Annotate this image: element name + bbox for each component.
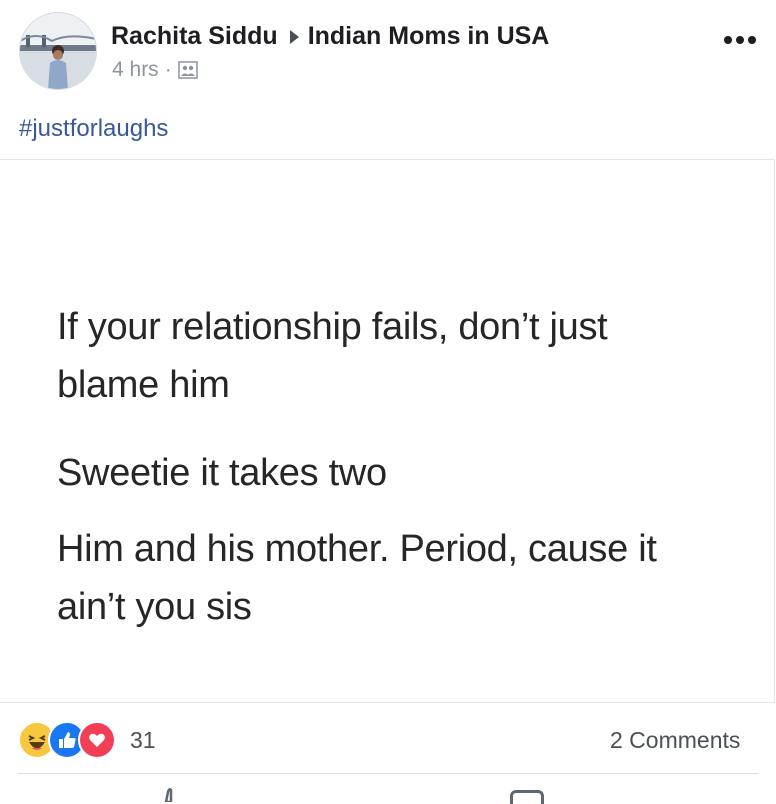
- post-meta: 4 hrs ·: [112, 58, 198, 82]
- post-timestamp[interactable]: 4 hrs: [112, 58, 159, 82]
- more-dot: [724, 36, 732, 44]
- more-dot: [736, 36, 744, 44]
- avatar-photo: [20, 13, 96, 89]
- image-text-line: Him and his mother. Period, cause it: [57, 528, 657, 570]
- image-text-line: If your relationship fails, don’t just: [57, 306, 608, 348]
- image-text-block-2: Sweetie it takes two: [57, 444, 387, 502]
- hashtag-link[interactable]: #justforlaughs: [19, 115, 168, 143]
- meta-separator: ·: [164, 58, 172, 81]
- post-header: Rachita Siddu Indian Moms in USA 4 hrs ·: [0, 0, 776, 100]
- actions-divider: [18, 773, 758, 774]
- post-image[interactable]: If your relationship fails, don’t just b…: [0, 159, 775, 703]
- more-dot: [748, 36, 756, 44]
- reaction-count: 31: [130, 726, 156, 753]
- image-text-block-1: If your relationship fails, don’t just b…: [57, 298, 608, 414]
- comment-action-icon[interactable]: [510, 790, 544, 804]
- post-title-line: Rachita Siddu Indian Moms in USA: [111, 22, 549, 51]
- image-text-line: ain’t you sis: [57, 586, 252, 628]
- group-name[interactable]: Indian Moms in USA: [308, 22, 550, 51]
- group-audience-icon: [177, 61, 198, 79]
- image-text-block-3: Him and his mother. Period, cause it ain…: [57, 520, 657, 636]
- love-reaction-icon: [78, 721, 116, 759]
- heart-glyph: [89, 733, 105, 747]
- thumbs-up-glyph: [59, 732, 76, 748]
- caret-right-icon: [289, 29, 299, 44]
- image-text-line: blame him: [57, 364, 230, 406]
- author-avatar[interactable]: [19, 12, 97, 90]
- comments-count-link[interactable]: 2 Comments: [610, 727, 740, 754]
- image-text-line: Sweetie it takes two: [57, 452, 387, 494]
- reaction-summary[interactable]: 31: [18, 721, 156, 759]
- more-options-icon[interactable]: [724, 30, 760, 50]
- author-name[interactable]: Rachita Siddu: [111, 22, 278, 51]
